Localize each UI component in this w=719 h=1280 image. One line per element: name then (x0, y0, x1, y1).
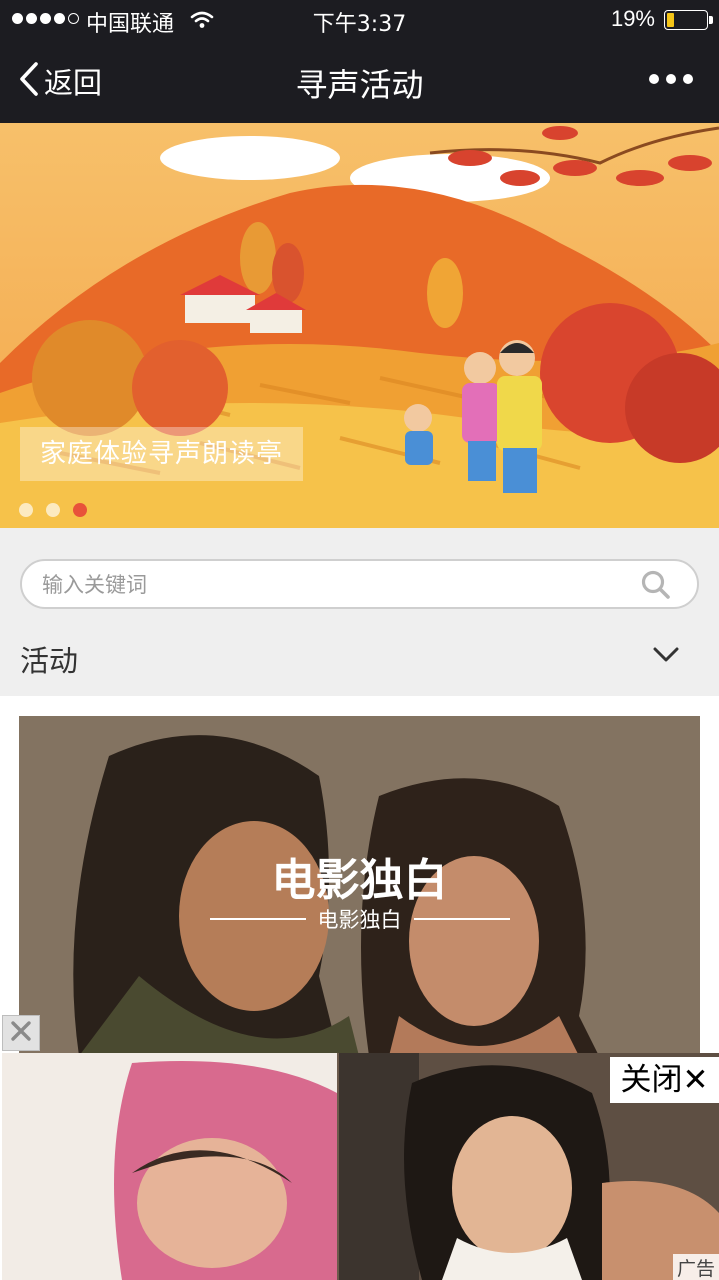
card-title: 电影独白 (271, 855, 448, 906)
card-subtitle: 电影独白 (317, 908, 402, 932)
search-box (20, 559, 699, 609)
more-options-button[interactable] (649, 74, 693, 84)
advertisement-banner[interactable]: 关闭✕ 广告 (2, 1053, 719, 1280)
ad-close-button[interactable]: 关闭✕ (610, 1057, 719, 1103)
battery-percentage: 19% (610, 6, 655, 31)
banner-carousel[interactable]: 家庭体验寻声朗读亭 (0, 123, 719, 528)
close-icon (10, 1020, 32, 1046)
carousel-dot[interactable] (19, 503, 33, 517)
carousel-dot[interactable] (46, 503, 60, 517)
carousel-indicators (19, 503, 87, 517)
divider (413, 918, 510, 920)
card-subtitle-row: 电影独白 (19, 904, 700, 934)
category-select-label[interactable]: 活动 (20, 638, 78, 680)
divider (209, 918, 306, 920)
ad-label: 广告 (673, 1254, 719, 1280)
battery-icon (664, 10, 708, 30)
ellipsis-icon (649, 74, 659, 84)
search-icon[interactable] (641, 570, 671, 604)
ad-close-small-button[interactable] (2, 1015, 40, 1051)
nav-bar: 返回 寻声活动 (0, 40, 719, 123)
activity-card[interactable]: 电影独白 电影独白 (19, 716, 700, 1056)
battery-tip (709, 16, 713, 24)
banner-caption[interactable]: 家庭体验寻声朗读亭 (20, 427, 304, 481)
filter-section: 活动 (0, 528, 719, 696)
search-input[interactable] (40, 561, 634, 609)
page-title: 寻声活动 (295, 66, 424, 104)
battery-level (667, 13, 674, 27)
status-bar: 中国联通 下午3:37 19% (0, 0, 719, 40)
chevron-down-icon[interactable] (653, 646, 679, 668)
carousel-dot-active[interactable] (73, 503, 87, 517)
